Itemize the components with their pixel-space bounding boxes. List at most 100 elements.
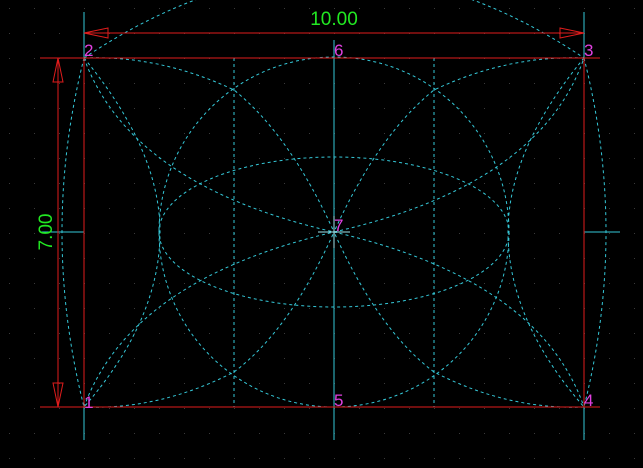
grid-dot — [59, 258, 60, 259]
grid-dot — [284, 83, 285, 84]
grid-dot — [434, 333, 435, 334]
point-label-7[interactable]: 7 — [334, 216, 343, 235]
grid-dot — [309, 108, 310, 109]
grid-dot — [559, 133, 560, 134]
grid-dot — [259, 8, 260, 9]
grid-dot — [484, 383, 485, 384]
grid-dot — [184, 258, 185, 259]
grid-dot — [559, 8, 560, 9]
grid-dot — [609, 8, 610, 9]
grid-dot — [409, 358, 410, 359]
grid-dot — [309, 283, 310, 284]
grid-dot — [134, 458, 135, 459]
grid-dot — [134, 158, 135, 159]
grid-dot — [34, 283, 35, 284]
grid-dot — [459, 333, 460, 334]
grid-dot — [309, 358, 310, 359]
grid-dot — [559, 283, 560, 284]
grid-dot — [284, 333, 285, 334]
grid-dot — [509, 183, 510, 184]
grid-dot — [434, 458, 435, 459]
grid-dot — [384, 308, 385, 309]
grid-dot — [534, 208, 535, 209]
grid-dot — [109, 183, 110, 184]
grid-dot — [534, 383, 535, 384]
grid-dot — [484, 183, 485, 184]
grid-dot — [159, 358, 160, 359]
grid-dot — [34, 133, 35, 134]
grid-dot — [484, 358, 485, 359]
grid-dot — [34, 33, 35, 34]
point-label-1[interactable]: 1 — [84, 393, 93, 412]
point-label-4[interactable]: 4 — [584, 391, 593, 410]
grid-dot — [184, 208, 185, 209]
grid-dot — [609, 58, 610, 59]
grid-dot — [9, 158, 10, 159]
grid-dot — [259, 283, 260, 284]
grid-dot — [359, 208, 360, 209]
grid-dot — [484, 233, 485, 234]
grid-dot — [409, 458, 410, 459]
grid-dot — [609, 333, 610, 334]
grid-dot — [209, 133, 210, 134]
grid-dot — [534, 408, 535, 409]
point-label-5[interactable]: 5 — [334, 391, 343, 410]
grid-dot — [634, 458, 635, 459]
grid-dot — [9, 433, 10, 434]
grid-dot — [134, 283, 135, 284]
grid-dot — [509, 133, 510, 134]
grid-dot — [259, 158, 260, 159]
grid-dot — [634, 33, 635, 34]
grid-dot — [584, 458, 585, 459]
grid-dot — [284, 383, 285, 384]
dimension-text-horizontal[interactable]: 10.00 — [310, 9, 358, 30]
grid-dot — [34, 458, 35, 459]
grid-dot — [234, 133, 235, 134]
grid-dot — [184, 408, 185, 409]
grid-dot — [9, 333, 10, 334]
grid-dot — [634, 108, 635, 109]
grid-dot — [634, 58, 635, 59]
grid-dot — [184, 233, 185, 234]
cad-drawing-canvas[interactable]: 10.00 7.00 1 2 3 4 5 6 7 — [0, 0, 643, 468]
grid-dot — [59, 333, 60, 334]
grid-dot — [59, 108, 60, 109]
grid-dot — [259, 233, 260, 234]
grid-dot — [59, 283, 60, 284]
grid-dot — [234, 283, 235, 284]
grid-dot — [459, 358, 460, 359]
grid-dot — [159, 83, 160, 84]
grid-dot — [9, 408, 10, 409]
point-label-2[interactable]: 2 — [84, 41, 93, 60]
grid-dot — [634, 83, 635, 84]
grid-dot — [359, 433, 360, 434]
dimension-text-vertical[interactable]: 7.00 — [36, 214, 57, 251]
grid-dot — [309, 233, 310, 234]
grid-dot — [134, 108, 135, 109]
grid-dot — [384, 408, 385, 409]
grid-dot — [409, 83, 410, 84]
grid-dot — [134, 83, 135, 84]
grid-dot — [559, 208, 560, 209]
grid-dot — [184, 433, 185, 434]
grid-dot — [134, 183, 135, 184]
grid-dot — [534, 433, 535, 434]
grid-dot — [9, 8, 10, 9]
grid-dot — [459, 183, 460, 184]
grid-dot — [209, 433, 210, 434]
grid-dot — [434, 308, 435, 309]
grid-dot — [559, 458, 560, 459]
grid-dot — [59, 8, 60, 9]
point-label-3[interactable]: 3 — [584, 41, 593, 60]
grid-dot — [559, 108, 560, 109]
grid-dot — [34, 58, 35, 59]
grid-dot — [9, 208, 10, 209]
point-label-6[interactable]: 6 — [334, 41, 343, 60]
grid-dot — [509, 358, 510, 359]
grid-dot — [209, 208, 210, 209]
grid-dot — [384, 358, 385, 359]
grid-dot — [159, 383, 160, 384]
grid-dot — [209, 408, 210, 409]
grid-dot — [359, 8, 360, 9]
grid-dot — [284, 208, 285, 209]
